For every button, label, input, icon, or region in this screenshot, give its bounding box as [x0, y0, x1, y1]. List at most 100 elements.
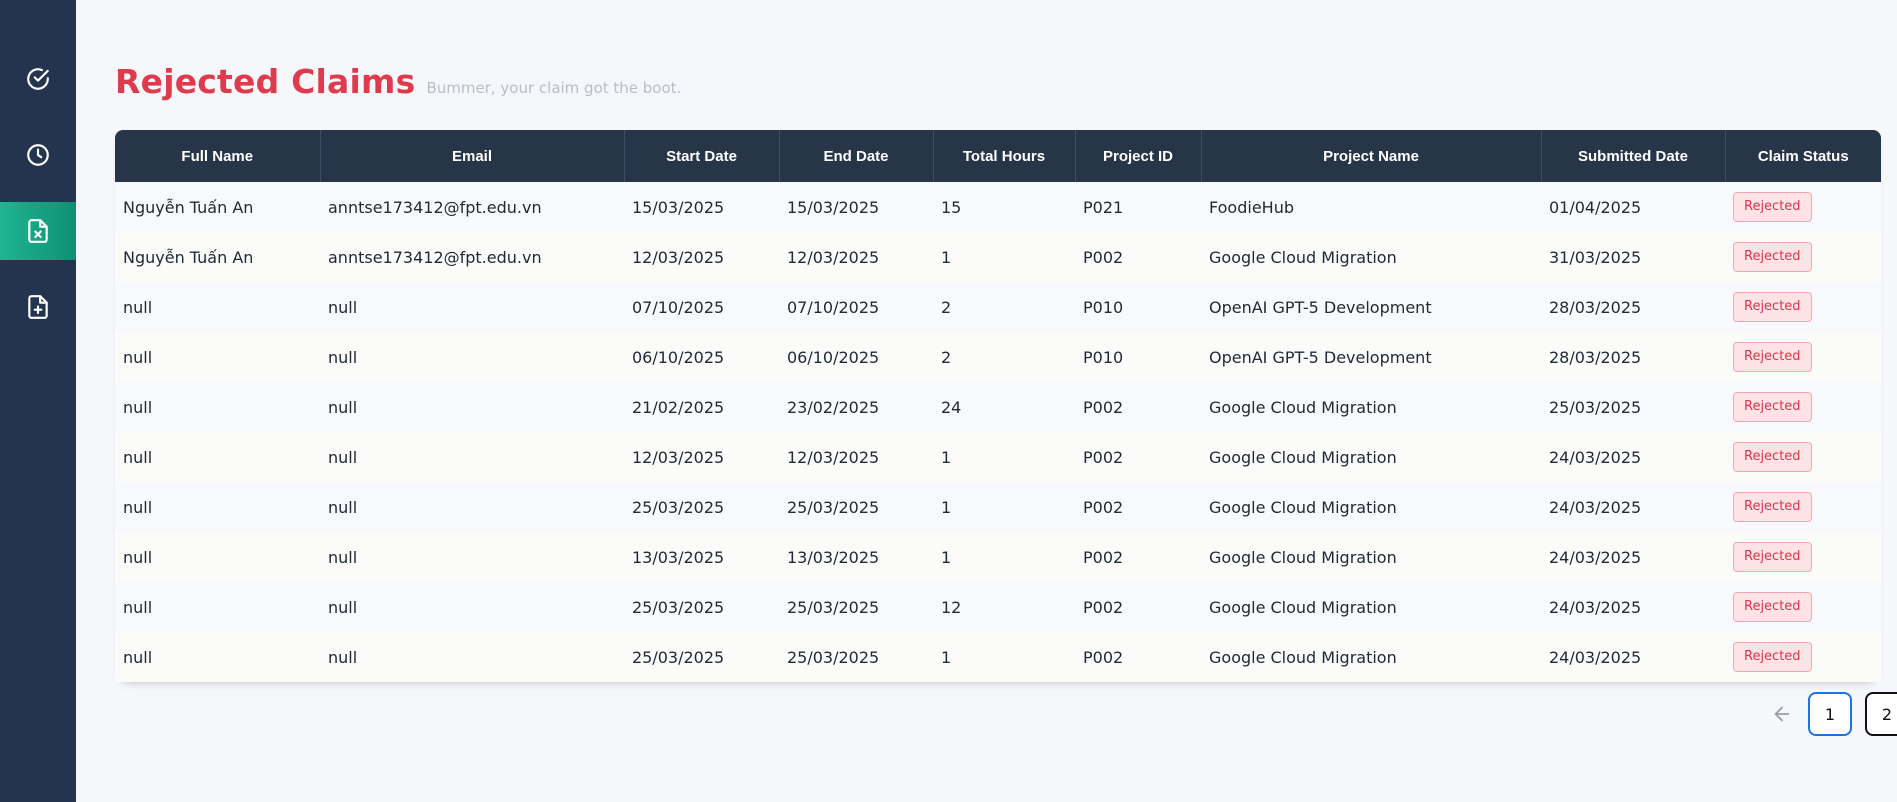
table-row[interactable]: null null 25/03/2025 25/03/2025 12 P002 … — [115, 582, 1881, 632]
claims-table-container: Full Name Email Start Date End Date Tota… — [115, 130, 1881, 682]
cell-end-date: 23/02/2025 — [787, 397, 880, 417]
page-button-1[interactable]: 1 — [1808, 692, 1852, 736]
cell-total-hours: 1 — [941, 247, 952, 267]
cell-end-date: 25/03/2025 — [787, 597, 880, 617]
file-x-icon — [28, 219, 48, 243]
cell-start-date: 21/02/2025 — [632, 397, 725, 417]
table-row[interactable]: Nguyễn Tuấn An anntse173412@fpt.edu.vn 1… — [115, 232, 1881, 282]
cell-submitted-date: 31/03/2025 — [1549, 247, 1642, 267]
cell-full-name: null — [123, 447, 153, 467]
column-header-end-date[interactable]: End Date — [779, 130, 934, 182]
cell-end-date: 25/03/2025 — [787, 647, 880, 667]
column-header-total-hours[interactable]: Total Hours — [933, 130, 1076, 182]
cell-end-date: 15/03/2025 — [787, 197, 880, 217]
column-header-full-name[interactable]: Full Name — [115, 130, 321, 182]
column-header-project-name[interactable]: Project Name — [1201, 130, 1542, 182]
cell-email: null — [328, 347, 358, 367]
cell-project-name: OpenAI GPT-5 Development — [1209, 347, 1432, 367]
table-header-row: Full Name Email Start Date End Date Tota… — [115, 130, 1881, 182]
cell-full-name: null — [123, 547, 153, 567]
cell-project-id: P010 — [1083, 297, 1124, 317]
cell-full-name: Nguyễn Tuấn An — [123, 197, 254, 217]
page-button-2[interactable]: 2 — [1865, 692, 1897, 736]
status-badge: Rejected — [1733, 592, 1812, 622]
cell-project-id: P002 — [1083, 597, 1124, 617]
cell-full-name: null — [123, 497, 153, 517]
table-row[interactable]: null null 21/02/2025 23/02/2025 24 P002 … — [115, 382, 1881, 432]
cell-total-hours: 1 — [941, 497, 952, 517]
cell-project-id: P002 — [1083, 247, 1124, 267]
column-header-start-date[interactable]: Start Date — [624, 130, 780, 182]
cell-total-hours: 1 — [941, 447, 952, 467]
cell-email: anntse173412@fpt.edu.vn — [328, 197, 542, 217]
table-row[interactable]: null null 13/03/2025 13/03/2025 1 P002 G… — [115, 532, 1881, 582]
cell-email: null — [328, 597, 358, 617]
column-header-submitted-date[interactable]: Submitted Date — [1541, 130, 1726, 182]
cell-email: null — [328, 397, 358, 417]
page-header: Rejected Claims Bummer, your claim got t… — [115, 62, 681, 101]
column-header-project-id[interactable]: Project ID — [1075, 130, 1202, 182]
sidebar-item-create[interactable] — [0, 278, 76, 336]
status-badge: Rejected — [1733, 292, 1812, 322]
cell-project-id: P010 — [1083, 347, 1124, 367]
cell-project-id: P002 — [1083, 397, 1124, 417]
clock-icon — [27, 144, 49, 166]
cell-end-date: 12/03/2025 — [787, 247, 880, 267]
main-content: Rejected Claims Bummer, your claim got t… — [76, 0, 1897, 802]
cell-project-id: P002 — [1083, 447, 1124, 467]
cell-submitted-date: 24/03/2025 — [1549, 647, 1642, 667]
cell-start-date: 06/10/2025 — [632, 347, 725, 367]
cell-claim-status: Rejected — [1725, 432, 1881, 482]
table-row[interactable]: Nguyễn Tuấn An anntse173412@fpt.edu.vn 1… — [115, 182, 1881, 232]
cell-full-name: null — [123, 597, 153, 617]
file-plus-icon — [28, 295, 48, 319]
cell-start-date: 25/03/2025 — [632, 647, 725, 667]
cell-email: null — [328, 547, 358, 567]
status-badge: Rejected — [1733, 392, 1812, 422]
column-header-email[interactable]: Email — [320, 130, 625, 182]
cell-email: null — [328, 297, 358, 317]
arrow-left-icon — [1774, 706, 1790, 722]
cell-total-hours: 1 — [941, 647, 952, 667]
cell-full-name: null — [123, 397, 153, 417]
cell-submitted-date: 24/03/2025 — [1549, 497, 1642, 517]
status-badge: Rejected — [1733, 442, 1812, 472]
status-badge: Rejected — [1733, 192, 1812, 222]
cell-project-id: P002 — [1083, 647, 1124, 667]
cell-email: null — [328, 647, 358, 667]
sidebar — [0, 0, 76, 802]
cell-total-hours: 15 — [941, 197, 962, 217]
table-row[interactable]: null null 25/03/2025 25/03/2025 1 P002 G… — [115, 482, 1881, 532]
cell-start-date: 15/03/2025 — [632, 197, 725, 217]
sidebar-item-pending[interactable] — [0, 126, 76, 184]
cell-claim-status: Rejected — [1725, 182, 1881, 232]
table-row[interactable]: null null 07/10/2025 07/10/2025 2 P010 O… — [115, 282, 1881, 332]
sidebar-item-approved[interactable] — [0, 50, 76, 108]
table-row[interactable]: null null 12/03/2025 12/03/2025 1 P002 G… — [115, 432, 1881, 482]
table-row[interactable]: null null 06/10/2025 06/10/2025 2 P010 O… — [115, 332, 1881, 382]
pagination: 1 2 — [1766, 692, 1897, 736]
cell-email: null — [328, 497, 358, 517]
cell-total-hours: 24 — [941, 397, 962, 417]
cell-submitted-date: 01/04/2025 — [1549, 197, 1642, 217]
previous-page-button[interactable] — [1766, 692, 1798, 736]
cell-submitted-date: 24/03/2025 — [1549, 447, 1642, 467]
cell-end-date: 12/03/2025 — [787, 447, 880, 467]
cell-start-date: 25/03/2025 — [632, 497, 725, 517]
cell-submitted-date: 24/03/2025 — [1549, 547, 1642, 567]
cell-project-id: P021 — [1083, 197, 1124, 217]
status-badge: Rejected — [1733, 492, 1812, 522]
column-header-claim-status[interactable]: Claim Status — [1725, 130, 1881, 182]
cell-claim-status: Rejected — [1725, 332, 1881, 382]
claims-table: Full Name Email Start Date End Date Tota… — [115, 130, 1881, 682]
sidebar-item-rejected[interactable] — [0, 202, 76, 260]
cell-total-hours: 2 — [941, 347, 952, 367]
cell-start-date: 12/03/2025 — [632, 447, 725, 467]
table-row[interactable]: null null 25/03/2025 25/03/2025 1 P002 G… — [115, 632, 1881, 682]
cell-start-date: 07/10/2025 — [632, 297, 725, 317]
page-title: Rejected Claims — [115, 62, 416, 101]
cell-submitted-date: 28/03/2025 — [1549, 347, 1642, 367]
cell-project-name: Google Cloud Migration — [1209, 447, 1397, 467]
cell-end-date: 13/03/2025 — [787, 547, 880, 567]
page-subtitle: Bummer, your claim got the boot. — [426, 79, 682, 97]
